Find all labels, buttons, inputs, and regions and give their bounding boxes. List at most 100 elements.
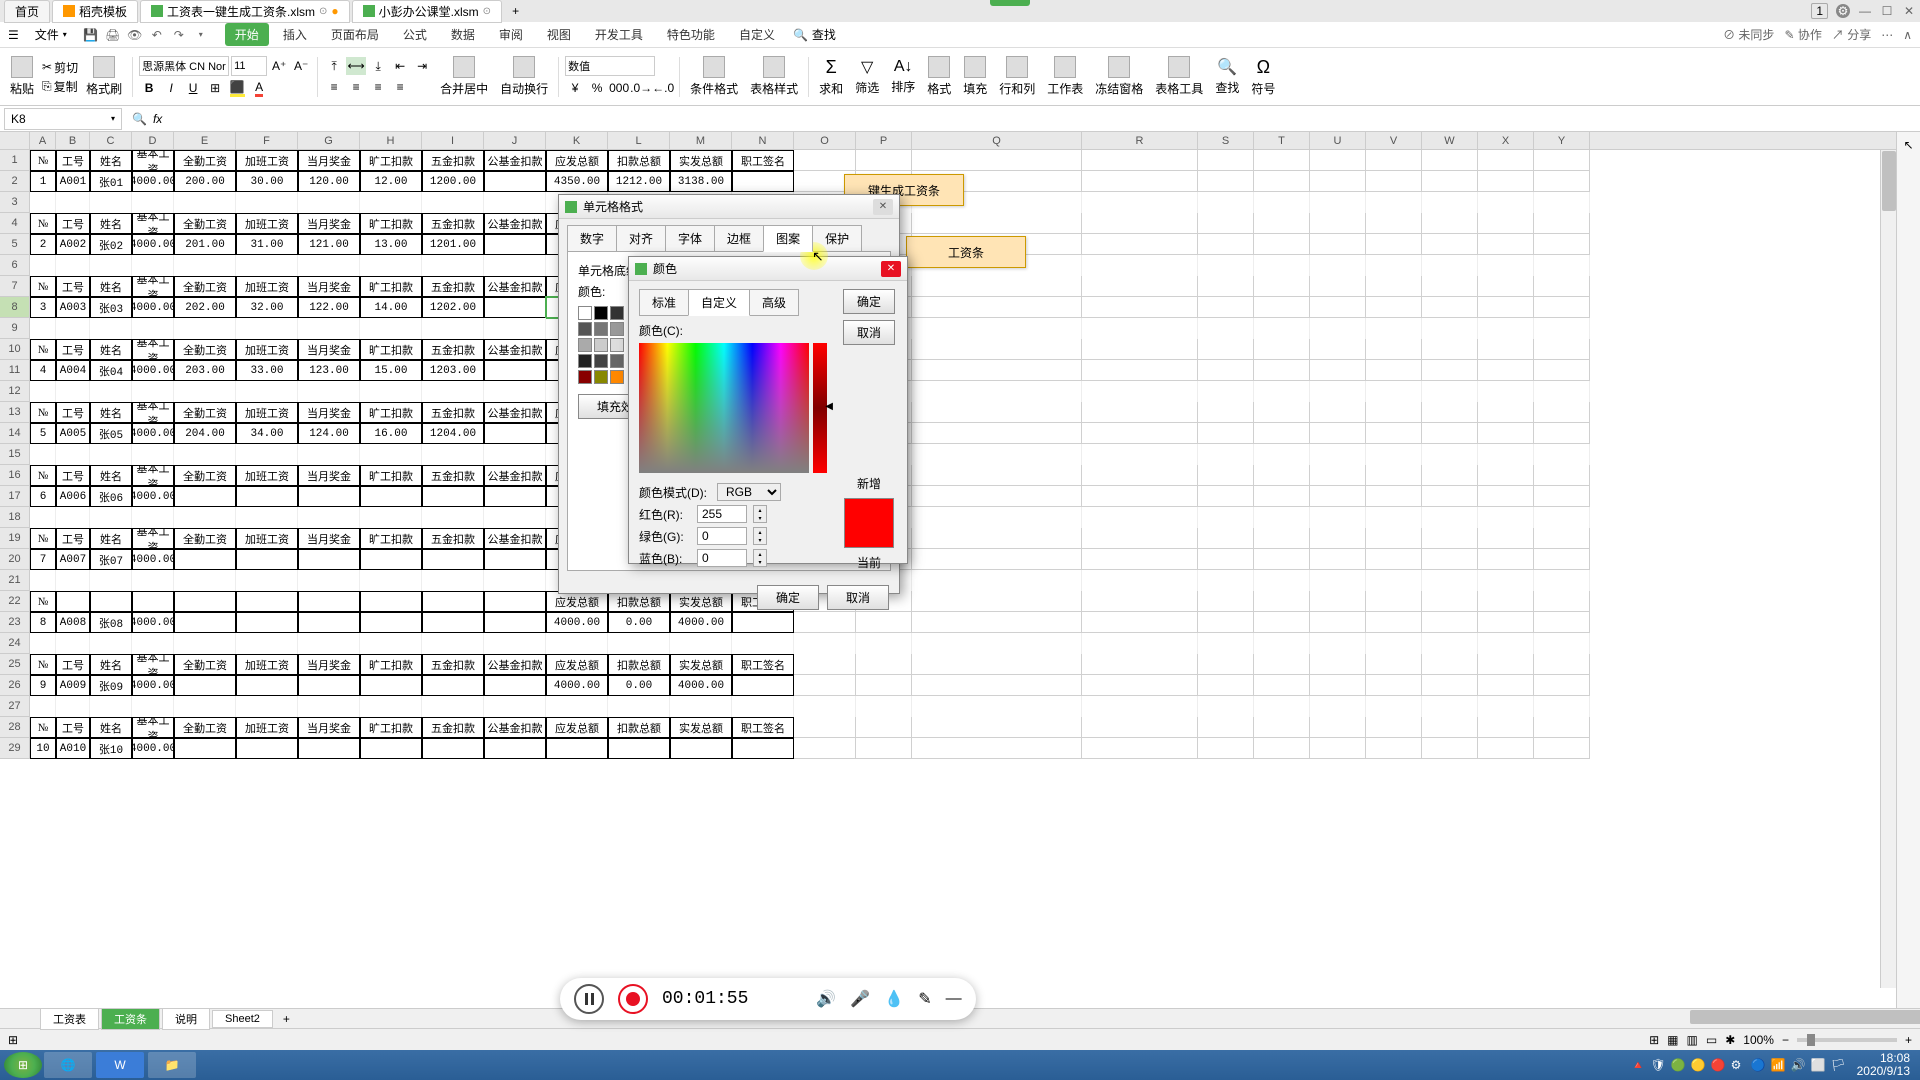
cell[interactable]: 122.00 [298, 297, 360, 318]
task-app[interactable]: 📁 [148, 1052, 196, 1078]
cell[interactable] [1310, 297, 1366, 318]
cell[interactable] [298, 675, 360, 696]
cell[interactable] [1082, 297, 1198, 318]
cell[interactable]: 32.00 [236, 297, 298, 318]
cell[interactable]: 五金扣款 [422, 654, 484, 675]
cell[interactable] [30, 381, 56, 402]
cell[interactable]: 应发总额 [546, 717, 608, 738]
cell[interactable]: 201.00 [174, 234, 236, 255]
cell[interactable] [856, 738, 912, 759]
cell[interactable] [1254, 717, 1310, 738]
cell[interactable] [1082, 234, 1198, 255]
cell[interactable] [1254, 150, 1310, 171]
cell[interactable] [856, 696, 912, 717]
cell[interactable]: 3138.00 [670, 171, 732, 192]
cell[interactable] [608, 696, 670, 717]
cell[interactable] [1254, 738, 1310, 759]
cell[interactable]: 扣款总额 [608, 717, 670, 738]
cell[interactable] [360, 675, 422, 696]
cell[interactable] [1254, 633, 1310, 654]
ribbon-tab-2[interactable]: 页面布局 [321, 23, 389, 46]
cell[interactable] [1198, 276, 1254, 297]
cell[interactable] [1422, 192, 1478, 213]
cell[interactable] [422, 192, 484, 213]
cell[interactable]: 旷工扣款 [360, 717, 422, 738]
row-header[interactable]: 23 [0, 612, 30, 633]
cell[interactable] [1422, 213, 1478, 234]
col-header[interactable]: B [56, 132, 90, 149]
filter-button[interactable]: ▽筛选 [851, 55, 883, 98]
cell[interactable] [1534, 192, 1590, 213]
cell[interactable] [360, 696, 422, 717]
swatch[interactable] [578, 338, 592, 352]
row-header[interactable]: 13 [0, 402, 30, 423]
cell[interactable] [1198, 423, 1254, 444]
cell[interactable]: 0.00 [608, 675, 670, 696]
cell[interactable] [1198, 654, 1254, 675]
cell[interactable] [1310, 360, 1366, 381]
cell[interactable] [56, 444, 90, 465]
cell[interactable] [1422, 696, 1478, 717]
cancel-button[interactable]: 取消 [827, 585, 889, 610]
row-header[interactable]: 7 [0, 276, 30, 297]
cell[interactable]: 4000.00 [132, 738, 174, 759]
cell[interactable] [236, 696, 298, 717]
cell[interactable] [1366, 360, 1422, 381]
cell[interactable] [1422, 444, 1478, 465]
cell[interactable] [484, 297, 546, 318]
cell[interactable] [360, 444, 422, 465]
col-header[interactable]: R [1082, 132, 1198, 149]
cell[interactable] [732, 171, 794, 192]
hue-slider[interactable]: ◀ [813, 343, 827, 473]
row-header[interactable]: 18 [0, 507, 30, 528]
cell[interactable] [298, 318, 360, 339]
cell[interactable] [360, 381, 422, 402]
cell[interactable]: 职工签名 [732, 654, 794, 675]
justify-button[interactable]: ≡ [390, 78, 410, 96]
cell[interactable]: 3 [30, 297, 56, 318]
cell[interactable] [30, 318, 56, 339]
cell[interactable] [1534, 738, 1590, 759]
cell[interactable] [1534, 423, 1590, 444]
cell[interactable] [1082, 633, 1198, 654]
cell[interactable] [422, 570, 484, 591]
cell[interactable] [1534, 486, 1590, 507]
cell[interactable] [174, 591, 236, 612]
cell[interactable]: 4000.00 [132, 423, 174, 444]
cell[interactable] [422, 255, 484, 276]
cell[interactable]: 张07 [90, 549, 132, 570]
cell[interactable]: 全勤工资 [174, 654, 236, 675]
cell[interactable] [1478, 570, 1534, 591]
cell[interactable]: A001 [56, 171, 90, 192]
cell[interactable] [484, 486, 546, 507]
cell[interactable]: 基本工资 [132, 654, 174, 675]
cell[interactable] [1198, 171, 1254, 192]
blue-spinner[interactable]: ▴▾ [753, 549, 767, 567]
cell[interactable] [670, 738, 732, 759]
cell[interactable] [484, 696, 546, 717]
cell[interactable]: 公基金扣款 [484, 465, 546, 486]
cell[interactable] [1534, 717, 1590, 738]
cell[interactable] [1366, 318, 1422, 339]
zoom-in-button[interactable]: + [1905, 1033, 1912, 1047]
cell[interactable] [1478, 591, 1534, 612]
clock[interactable]: 18:08 2020/9/13 [1851, 1052, 1916, 1078]
cell[interactable] [484, 591, 546, 612]
cell[interactable] [1198, 465, 1254, 486]
cell[interactable]: 14.00 [360, 297, 422, 318]
task-ie[interactable]: 🌐 [44, 1052, 92, 1078]
cell[interactable] [608, 633, 670, 654]
cell[interactable] [1422, 150, 1478, 171]
cell[interactable] [1310, 444, 1366, 465]
view-grid-icon[interactable]: ▦ [1667, 1033, 1678, 1047]
cell[interactable]: 扣款总额 [608, 150, 670, 171]
cell[interactable] [912, 528, 1082, 549]
cell[interactable] [132, 255, 174, 276]
cell[interactable] [1254, 591, 1310, 612]
cell[interactable]: 公基金扣款 [484, 339, 546, 360]
cell[interactable] [90, 570, 132, 591]
cell[interactable]: 工号 [56, 150, 90, 171]
cell[interactable] [1366, 150, 1422, 171]
cell[interactable] [484, 192, 546, 213]
cell[interactable]: 旷工扣款 [360, 276, 422, 297]
